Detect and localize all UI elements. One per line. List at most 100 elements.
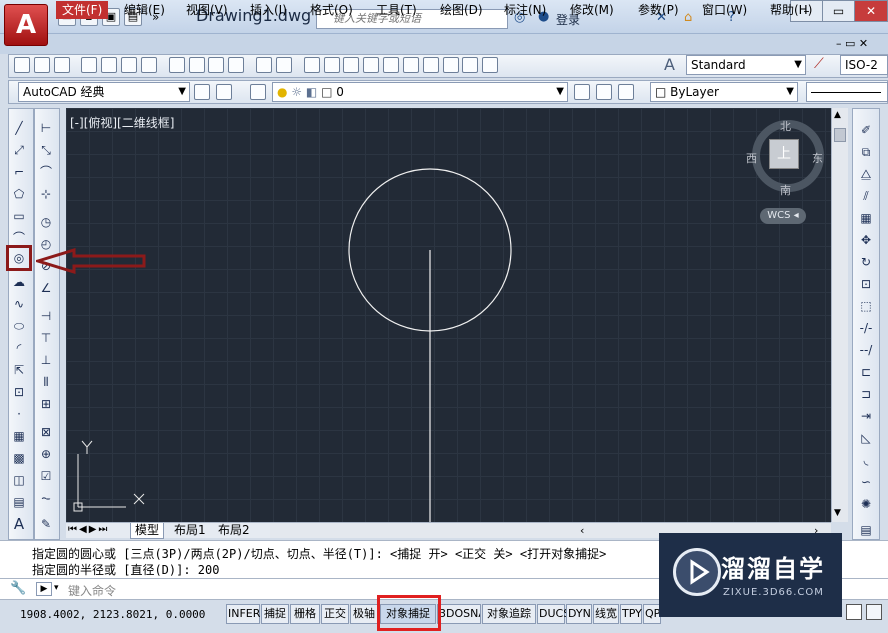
gradient-icon[interactable]: ▩ [11,450,27,466]
aligned-dim-icon[interactable]: ⤡ [38,142,54,158]
cut-icon[interactable] [168,57,185,73]
tool-palettes-icon[interactable] [422,57,439,73]
workspace-select[interactable]: AutoCAD 经典 ▼ [18,82,190,102]
dim-break-icon[interactable]: ⊞ [38,396,54,412]
undo-icon[interactable] [256,57,273,73]
compass-north[interactable]: 北 [780,118,791,134]
design-center-icon[interactable] [402,57,419,73]
quick-dim-icon[interactable]: ⊣ [38,308,54,324]
tab-nav-icons[interactable]: ⏮◀▶⏭ [68,524,109,535]
menu-edit[interactable]: 编辑(E) [124,1,165,19]
rectangle-icon[interactable]: ▭ [11,208,27,224]
menu-parametric[interactable]: 参数(P) [638,1,679,19]
compass-west[interactable]: 西 [746,150,757,166]
status-polar[interactable]: 极轴 [350,604,378,624]
array-icon[interactable]: ▦ [858,210,874,226]
break-icon[interactable]: ⊐ [858,386,874,402]
zoom-previous-icon[interactable] [363,57,380,73]
paste-icon[interactable] [208,57,225,73]
arc-icon[interactable]: ⌒ [11,230,27,246]
sheet-set-icon[interactable] [442,57,459,73]
chamfer-icon[interactable]: ◺ [858,430,874,446]
status-grid[interactable]: 栅格 [290,604,320,624]
hatch-icon[interactable]: ▦ [11,428,27,444]
continue-dim-icon[interactable]: ⊥ [38,352,54,368]
status-dyn[interactable]: DYN [566,604,592,624]
status-object-tracking[interactable]: 对象追踪 [482,604,536,624]
insert-block-icon[interactable]: ⇱ [11,362,27,378]
coordinate-readout[interactable]: 1908.4002, 2123.8021, 0.0000 [20,608,205,621]
ordinate-icon[interactable]: ⊹ [38,186,54,202]
compass-east[interactable]: 东 [812,150,823,166]
compass-south[interactable]: 南 [780,182,791,198]
command-prompt-icon[interactable]: ▶ [36,582,52,596]
wcs-menu[interactable]: WCS ◂ [760,208,806,224]
drawing-canvas[interactable] [66,108,831,522]
qnew-icon[interactable] [14,57,30,73]
revision-cloud-icon[interactable]: ☁ [11,274,27,290]
workspace-settings-icon[interactable] [194,84,210,100]
ellipse-arc-icon[interactable]: ◜ [11,340,27,356]
blend-curves-icon[interactable]: ∽ [858,474,874,490]
scroll-left-icon[interactable]: ‹ [580,524,584,537]
menu-draw[interactable]: 绘图(D) [440,1,483,19]
center-mark-icon[interactable]: ⊕ [38,446,54,462]
rotate-icon[interactable]: ↻ [858,254,874,270]
status-ortho[interactable]: 正交 [321,604,349,624]
color-select[interactable]: □ ByLayer ▼ [650,82,798,102]
quickcalc-icon[interactable] [482,57,499,73]
status-snap[interactable]: 捕捉 [261,604,289,624]
pan-icon[interactable] [303,57,320,73]
close-button[interactable]: ✕ [854,0,888,22]
multiline-text-icon[interactable]: A [11,516,27,532]
chevron-down-icon[interactable]: ▾ [54,583,59,593]
scroll-up-icon[interactable]: ▲ [834,110,841,120]
menu-view[interactable]: 视图(V) [186,1,228,19]
jogged-linear-icon[interactable]: ⏦ [38,490,54,506]
open-icon[interactable] [33,57,50,73]
menu-file[interactable]: 文件(F) [56,1,109,19]
scroll-down-icon[interactable]: ▼ [834,508,841,518]
layer-properties-icon[interactable] [250,84,266,100]
dim-style-select[interactable]: ISO-2 [840,55,888,75]
3d-dwf-icon[interactable] [140,57,157,73]
join-icon[interactable]: ⇥ [858,408,874,424]
publish-icon[interactable] [121,57,138,73]
workspace-toolbar-icon[interactable] [216,84,232,100]
match-properties-icon[interactable] [228,57,245,73]
viewcube-top-face[interactable]: 上 [769,139,799,169]
wrench-icon[interactable]: 🔧 [10,581,26,596]
offset-icon[interactable]: ⫽ [858,188,874,204]
viewport-label[interactable]: [-][俯视][二维线框] [70,114,174,131]
clean-screen-icon[interactable] [846,604,862,620]
zoom-realtime-icon[interactable] [323,57,340,73]
arc-length-icon[interactable]: ⌒ [38,164,54,180]
menu-insert[interactable]: 插入(I) [250,1,287,19]
menu-tools[interactable]: 工具(T) [376,1,417,19]
polyline-icon[interactable]: ⌐ [11,164,27,180]
doc-window-controls[interactable]: – ▭ ✕ [836,37,868,50]
baseline-dim-icon[interactable]: ⊤ [38,330,54,346]
construction-line-icon[interactable]: ⤢ [11,142,27,158]
text-style-select[interactable]: Standard ▼ [686,55,806,75]
markup-icon[interactable] [462,57,479,73]
redo-icon[interactable] [275,57,292,73]
mirror-icon[interactable]: ⧋ [858,166,874,182]
status-toggle-icon[interactable] [866,604,882,620]
properties-icon[interactable] [383,57,400,73]
save-icon[interactable] [53,57,70,73]
move-icon[interactable]: ✥ [858,232,874,248]
properties-panel-icon[interactable]: ▤ [858,522,874,538]
make-current-icon[interactable] [574,84,590,100]
menu-help[interactable]: 帮助(H) [770,1,812,19]
layer-select[interactable]: ● ☼ ◧ □ 0 ▼ [272,82,568,102]
application-menu-button[interactable]: A [4,4,48,46]
extend-icon[interactable]: --/ [858,342,874,358]
trim-icon[interactable]: -/- [858,320,874,336]
make-block-icon[interactable]: ⊡ [11,384,27,400]
explode-icon[interactable]: ✺ [858,496,874,512]
status-lineweight[interactable]: 线宽 [593,604,619,624]
linetype-select[interactable] [806,82,888,102]
line-icon[interactable]: ╱ [11,120,27,136]
status-tpy[interactable]: TPY [620,604,642,624]
